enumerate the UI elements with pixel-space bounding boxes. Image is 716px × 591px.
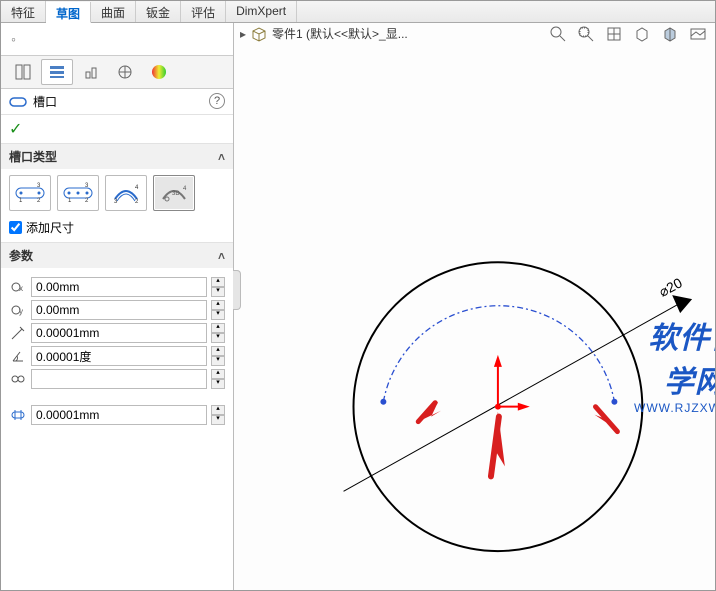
ptab-property-icon[interactable]: [41, 59, 73, 85]
tab-evaluate[interactable]: 评估: [181, 1, 226, 22]
spin-down[interactable]: ▾: [211, 356, 225, 366]
svg-text:3D: 3D: [172, 191, 180, 197]
spin-down[interactable]: ▾: [211, 379, 225, 389]
chevron-up-icon: ˄: [218, 249, 225, 263]
svg-text:4: 4: [183, 186, 187, 192]
panel-placeholder-icon: ◦: [1, 23, 233, 55]
spin-up[interactable]: ▴: [211, 300, 225, 310]
expand-icon[interactable]: ▸: [240, 27, 246, 41]
slot-arc-3pt[interactable]: 324: [105, 175, 147, 211]
ptab-appearance-icon[interactable]: [143, 59, 175, 85]
tab-dimxpert[interactable]: DimXpert: [226, 1, 297, 22]
property-panel: ◦ 槽口 ?: [1, 23, 234, 590]
svg-text:2: 2: [37, 198, 41, 204]
panel-collapse-handle[interactable]: [233, 270, 241, 310]
section-params-header[interactable]: 参数 ˄: [1, 243, 233, 268]
spin-up[interactable]: ▴: [211, 346, 225, 356]
svg-text:2: 2: [85, 198, 89, 204]
arc-endpoint[interactable]: [611, 399, 617, 405]
view-orient-icon[interactable]: [603, 23, 625, 45]
scene-icon[interactable]: [687, 23, 709, 45]
spin-down[interactable]: ▾: [211, 415, 225, 425]
cy-icon: y: [9, 301, 27, 319]
slot-straight-1[interactable]: 123: [9, 175, 51, 211]
svg-text:1: 1: [68, 198, 72, 204]
ptab-dim-icon[interactable]: [109, 59, 141, 85]
svg-text:2: 2: [135, 199, 139, 205]
param-r1-row: ▴▾: [9, 323, 225, 343]
tab-sheetmetal[interactable]: 钣金: [136, 1, 181, 22]
view-toolbar: [547, 23, 709, 45]
svg-text:4: 4: [135, 185, 139, 191]
tab-surface[interactable]: 曲面: [91, 1, 136, 22]
spin-down[interactable]: ▾: [211, 333, 225, 343]
chevron-up-icon: ˄: [218, 150, 225, 164]
spin-up[interactable]: ▴: [211, 369, 225, 379]
param-cy-input[interactable]: [31, 300, 207, 320]
spin-down[interactable]: ▾: [211, 287, 225, 297]
param-angle-row: ▴▾: [9, 346, 225, 366]
display-style-icon[interactable]: [631, 23, 653, 45]
param-angle-input[interactable]: [31, 346, 207, 366]
param-cx-input[interactable]: [31, 277, 207, 297]
ptab-feature-tree-icon[interactable]: [7, 59, 39, 85]
link-icon: [9, 370, 27, 388]
arrow-head-icon: [672, 295, 692, 313]
slot-arc-center[interactable]: 3D4: [153, 175, 195, 211]
add-dimension-checkbox[interactable]: [9, 221, 22, 234]
param-width-row: ▴▾: [9, 405, 225, 425]
part-icon: [250, 26, 268, 42]
spin-down[interactable]: ▾: [211, 310, 225, 320]
width-icon: [9, 406, 27, 424]
command-header: 槽口 ?: [1, 89, 233, 115]
command-title: 槽口: [33, 93, 57, 110]
section-params-title: 参数: [9, 247, 33, 264]
svg-text:1: 1: [19, 198, 23, 204]
spin-up[interactable]: ▴: [211, 323, 225, 333]
help-button[interactable]: ?: [209, 93, 225, 109]
radius-icon: [9, 324, 27, 342]
tab-feature[interactable]: 特征: [1, 1, 46, 22]
section-view-icon[interactable]: [659, 23, 681, 45]
breadcrumb-text: 零件1 (默认<<默认>_显...: [272, 25, 408, 42]
origin-point: [495, 404, 501, 410]
slot-icon: [9, 95, 27, 109]
tab-sketch[interactable]: 草图: [46, 2, 91, 23]
panel-mini-tabs: [1, 55, 233, 89]
angle-icon: [9, 347, 27, 365]
dim-text: ⌀20: [656, 274, 685, 299]
feature-tabs: 特征 草图 曲面 钣金 评估 DimXpert: [1, 1, 715, 23]
svg-text:y: y: [19, 307, 23, 316]
slot-type-grid: 123 123 324 3D4: [9, 175, 225, 211]
params-body: x ▴▾ y ▴▾ ▴▾: [1, 268, 233, 434]
section-slot-type-header[interactable]: 槽口类型 ˄: [1, 144, 233, 169]
param-r1-input[interactable]: [31, 323, 207, 343]
sketch-canvas[interactable]: ⌀20: [234, 47, 715, 590]
confirm-button[interactable]: ✓: [1, 115, 233, 143]
arc-endpoint[interactable]: [380, 399, 386, 405]
graphics-area[interactable]: ▸ 零件1 (默认<<默认>_显... ⌀20: [234, 23, 715, 590]
cx-icon: x: [9, 278, 27, 296]
section-slot-type-title: 槽口类型: [9, 148, 57, 165]
slot-straight-2[interactable]: 123: [57, 175, 99, 211]
param-width-input[interactable]: [31, 405, 207, 425]
add-dimension-checkbox-row[interactable]: 添加尺寸: [9, 219, 225, 236]
ptab-config-icon[interactable]: [75, 59, 107, 85]
param-cy-row: y ▴▾: [9, 300, 225, 320]
param-link-input[interactable]: [31, 369, 207, 389]
param-link-row: ▴▾: [9, 369, 225, 389]
spin-up[interactable]: ▴: [211, 277, 225, 287]
add-dimension-label: 添加尺寸: [26, 219, 74, 236]
zoom-fit-icon[interactable]: [547, 23, 569, 45]
breadcrumb[interactable]: ▸ 零件1 (默认<<默认>_显...: [240, 25, 408, 42]
param-cx-row: x ▴▾: [9, 277, 225, 297]
svg-text:x: x: [19, 284, 23, 293]
spin-up[interactable]: ▴: [211, 405, 225, 415]
zoom-area-icon[interactable]: [575, 23, 597, 45]
